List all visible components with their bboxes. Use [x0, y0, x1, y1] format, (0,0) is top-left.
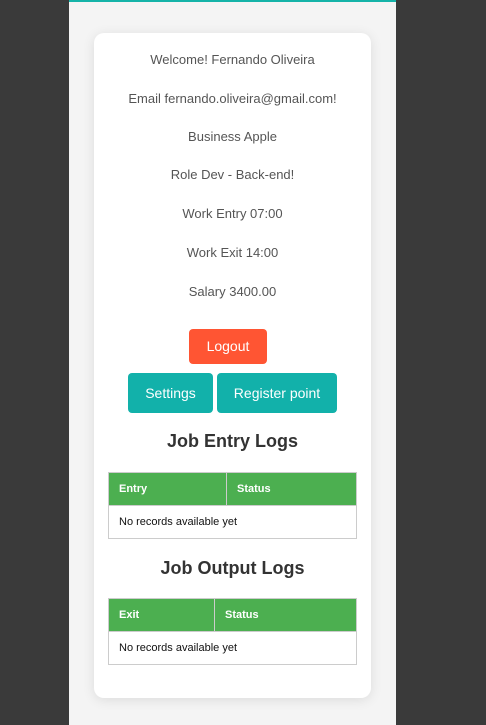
empty-message: No records available yet: [108, 505, 357, 539]
settings-button[interactable]: Settings: [128, 373, 213, 413]
status-column-header: Status: [214, 598, 357, 632]
email-text: Email fernando.oliveira@gmail.com!: [128, 91, 337, 106]
empty-message: No records available yet: [108, 631, 357, 665]
page: Welcome! Fernando Oliveira Email fernand…: [69, 0, 396, 725]
logout-button[interactable]: Logout: [189, 329, 267, 364]
entry-logs-title: Job Entry Logs: [166, 431, 298, 451]
table-row: No records available yet: [108, 505, 357, 539]
profile-card: Welcome! Fernando Oliveira Email fernand…: [94, 33, 371, 698]
role-text: Role Dev - Back-end!: [170, 167, 295, 182]
entry-column-header: Entry: [108, 472, 227, 506]
table-row: No records available yet: [108, 631, 357, 665]
register-point-button[interactable]: Register point: [217, 373, 337, 413]
work-entry-text: Work Entry 07:00: [182, 206, 283, 221]
salary-text: Salary 3400.00: [188, 284, 277, 299]
work-exit-text: Work Exit 14:00: [186, 245, 279, 260]
status-column-header: Status: [226, 472, 357, 506]
table-header-row: Exit Status: [108, 598, 357, 632]
exit-column-header: Exit: [108, 598, 215, 632]
table-header-row: Entry Status: [108, 472, 357, 506]
output-logs-title: Job Output Logs: [160, 558, 305, 578]
business-text: Business Apple: [188, 129, 277, 144]
output-logs-table: Exit Status No records available yet: [108, 598, 357, 665]
entry-logs-table: Entry Status No records available yet: [108, 472, 357, 539]
welcome-text: Welcome! Fernando Oliveira: [150, 52, 315, 67]
